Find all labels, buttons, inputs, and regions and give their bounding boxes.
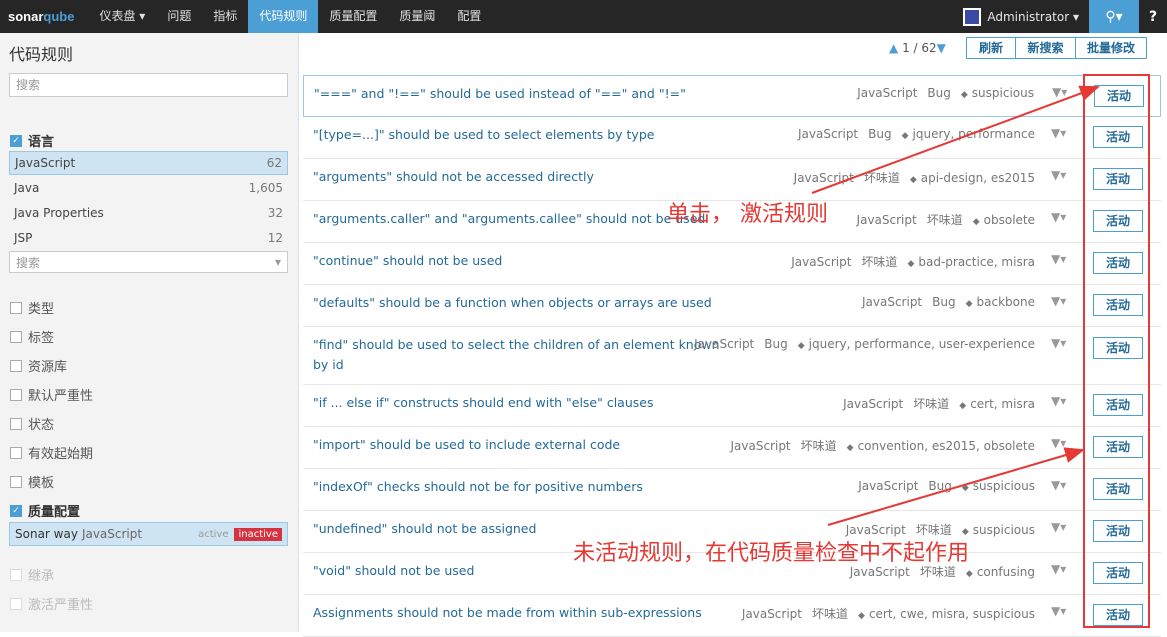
annotation-inactive-rules: 未活动规则，在代码质量检查中不起作用 [573, 541, 970, 566]
annotation-click-activate: 单击， 激活规则 [667, 202, 828, 227]
